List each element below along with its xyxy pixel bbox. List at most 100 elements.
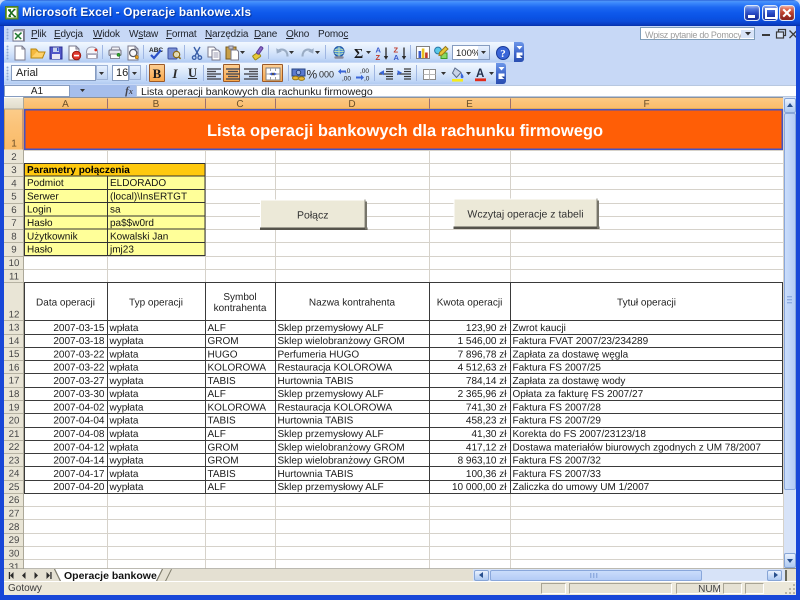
svg-text:784,14 zł: 784,14 zł (466, 376, 507, 387)
svg-text:2007-03-27: 2007-03-27 (53, 376, 105, 387)
svg-text:Nazwa kontrahenta: Nazwa kontrahenta (309, 297, 396, 308)
svg-text:jmj23: jmj23 (109, 245, 134, 256)
svg-text:17: 17 (9, 376, 20, 387)
svg-text:kontrahenta: kontrahenta (214, 303, 267, 314)
svg-text:Faktura FS 2007/25: Faktura FS 2007/25 (513, 363, 602, 374)
svg-text:HUGO: HUGO (208, 349, 238, 360)
svg-text:Połącz: Połącz (297, 210, 329, 222)
svg-text:TABIS: TABIS (208, 469, 236, 480)
svg-text:7: 7 (11, 218, 16, 229)
svg-text:26: 26 (9, 495, 20, 506)
svg-text:1: 1 (11, 139, 17, 150)
svg-text:Hurtownia TABIS: Hurtownia TABIS (278, 469, 354, 480)
svg-text:Podmiot: Podmiot (27, 178, 64, 189)
svg-text:2007-04-14: 2007-04-14 (53, 456, 105, 467)
svg-text:Dostawa materiałów biurowych z: Dostawa materiałów biurowych zgodnych z … (513, 442, 762, 453)
svg-text:19: 19 (9, 402, 20, 413)
svg-text:wpłata: wpłata (109, 363, 139, 374)
svg-text:2007-03-30: 2007-03-30 (53, 389, 105, 400)
svg-text:100,36 zł: 100,36 zł (466, 469, 507, 480)
svg-text:16: 16 (9, 362, 20, 373)
svg-text:Serwer: Serwer (27, 191, 59, 202)
svg-text:13: 13 (9, 323, 20, 334)
svg-text:Hurtownia TABIS: Hurtownia TABIS (278, 416, 354, 427)
svg-text:(local)\InsERTGT: (local)\InsERTGT (110, 191, 187, 202)
svg-text:7 896,78 zł: 7 896,78 zł (458, 349, 508, 360)
svg-text:sa: sa (110, 205, 121, 216)
svg-text:Użytkownik: Użytkownik (27, 231, 79, 242)
svg-text:Sklep wielobranżowy GROM: Sklep wielobranżowy GROM (278, 442, 405, 453)
svg-text:2007-03-22: 2007-03-22 (53, 349, 105, 360)
svg-text:2007-04-17: 2007-04-17 (53, 469, 105, 480)
svg-text:Zaliczka do umowy UM 1/2007: Zaliczka do umowy UM 1/2007 (513, 482, 650, 493)
svg-text:8: 8 (11, 231, 16, 242)
svg-text:29: 29 (9, 535, 20, 546)
svg-text:10: 10 (9, 258, 20, 269)
svg-text:Login: Login (27, 205, 51, 216)
svg-text:Symbol: Symbol (223, 292, 256, 303)
svg-text:Hasło: Hasło (27, 245, 53, 256)
svg-text:Sklep przemysłowy ALF: Sklep przemysłowy ALF (278, 482, 384, 493)
svg-text:Faktura FS 2007/33: Faktura FS 2007/33 (513, 469, 602, 480)
svg-text:pa$$w0rd: pa$$w0rd (110, 218, 154, 229)
svg-text:Zapłata za dostawę węgla: Zapłata za dostawę węgla (513, 349, 629, 360)
svg-text:wpłata: wpłata (109, 416, 139, 427)
svg-text:9: 9 (11, 245, 16, 256)
svg-text:Korekta do FS 2007/23123/18: Korekta do FS 2007/23123/18 (513, 429, 647, 440)
svg-text:KOLOROWA: KOLOROWA (208, 363, 267, 374)
svg-text:Perfumeria HUGO: Perfumeria HUGO (278, 349, 360, 360)
svg-text:Zwrot kaucji: Zwrot kaucji (513, 323, 566, 334)
svg-text:11: 11 (9, 271, 19, 282)
svg-text:22: 22 (9, 442, 20, 453)
svg-text:5: 5 (11, 192, 16, 203)
svg-text:Restauracja KOLOROWA: Restauracja KOLOROWA (278, 402, 393, 413)
svg-text:A: A (62, 99, 69, 110)
svg-text:20: 20 (9, 416, 20, 427)
svg-text:Wczytaj operacje z tabeli: Wczytaj operacje z tabeli (467, 209, 583, 221)
svg-text:wypłata: wypłata (109, 336, 144, 347)
svg-text:10 000,00 zł: 10 000,00 zł (452, 482, 507, 493)
svg-text:8 963,10 zł: 8 963,10 zł (458, 456, 508, 467)
svg-text:Sklep przemysłowy ALF: Sklep przemysłowy ALF (278, 323, 384, 334)
svg-text:GROM: GROM (208, 456, 239, 467)
svg-text:F: F (643, 99, 649, 110)
svg-text:C: C (236, 99, 243, 110)
svg-text:2007-04-20: 2007-04-20 (53, 482, 105, 493)
svg-text:2007-03-18: 2007-03-18 (53, 336, 105, 347)
svg-text:wypłata: wypłata (109, 376, 144, 387)
svg-text:ALF: ALF (208, 482, 226, 493)
svg-text:25: 25 (9, 482, 20, 493)
svg-text:Lista operacji bankowych dla r: Lista operacji bankowych dla rachunku fi… (207, 122, 603, 140)
svg-text:B: B (153, 99, 160, 110)
svg-text:wypłata: wypłata (109, 456, 144, 467)
svg-text:Sklep przemysłowy ALF: Sklep przemysłowy ALF (278, 429, 384, 440)
svg-text:E: E (466, 99, 473, 110)
svg-text:TABIS: TABIS (208, 416, 236, 427)
svg-text:Restauracja KOLOROWA: Restauracja KOLOROWA (278, 363, 393, 374)
svg-text:wpłata: wpłata (109, 389, 139, 400)
svg-text:Sklep wielobranżowy GROM: Sklep wielobranżowy GROM (278, 456, 405, 467)
svg-text:Faktura FS 2007/29: Faktura FS 2007/29 (513, 416, 602, 427)
svg-text:TABIS: TABIS (208, 376, 236, 387)
svg-text:wpłata: wpłata (109, 442, 139, 453)
svg-text:Faktura FVAT 2007/23/234289: Faktura FVAT 2007/23/234289 (513, 336, 649, 347)
svg-text:123,90 zł: 123,90 zł (466, 323, 507, 334)
svg-text:21: 21 (9, 429, 20, 440)
svg-text:ALF: ALF (208, 389, 226, 400)
svg-text:Opłata za fakturę FS 2007/27: Opłata za fakturę FS 2007/27 (513, 389, 644, 400)
svg-text:GROM: GROM (208, 442, 239, 453)
svg-text:2 365,96 zł: 2 365,96 zł (458, 389, 508, 400)
svg-text:2: 2 (11, 152, 16, 163)
svg-text:4: 4 (11, 178, 17, 189)
svg-text:Hasło: Hasło (27, 218, 53, 229)
svg-text:ELDORADO: ELDORADO (110, 178, 166, 189)
svg-text:2007-04-04: 2007-04-04 (53, 416, 105, 427)
svg-text:458,23 zł: 458,23 zł (466, 416, 507, 427)
svg-text:Zapłata za dostawę wody: Zapłata za dostawę wody (513, 376, 626, 387)
svg-text:12: 12 (9, 309, 20, 320)
svg-text:Sklep przemysłowy ALF: Sklep przemysłowy ALF (278, 389, 384, 400)
svg-text:Tytuł operacji: Tytuł operacji (617, 297, 676, 308)
svg-text:2007-03-22: 2007-03-22 (53, 363, 105, 374)
svg-text:14: 14 (9, 336, 20, 347)
svg-text:Sklep wielobranżowy GROM: Sklep wielobranżowy GROM (278, 336, 405, 347)
